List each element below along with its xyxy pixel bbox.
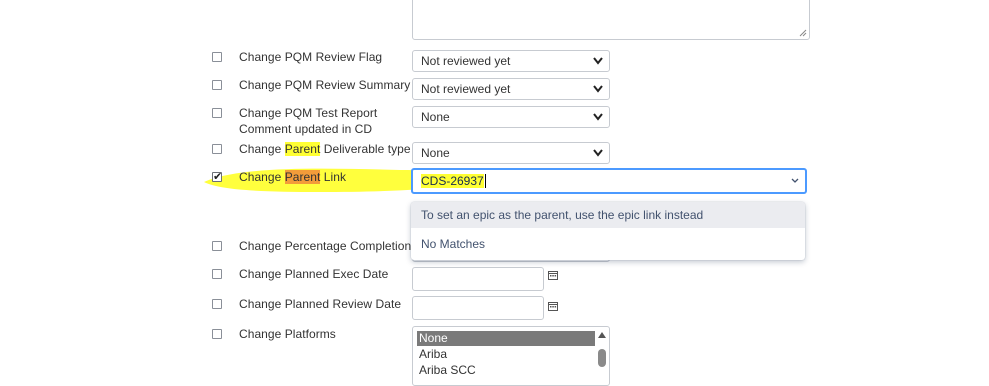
chevron-down-icon (593, 57, 603, 65)
select-pqm-test-report[interactable]: None (412, 106, 610, 128)
parent-link-dropdown: To set an epic as the parent, use the ep… (411, 202, 805, 260)
checkbox-pqm-test-report[interactable] (212, 108, 222, 118)
parent-link-input[interactable]: CDS-26937 (411, 168, 807, 194)
chevron-down-icon (593, 149, 603, 157)
checkbox-parent-deliverable-type[interactable] (212, 144, 222, 154)
resize-grip-icon[interactable] (799, 29, 807, 37)
label-parent-link: Change Parent Link (239, 169, 346, 185)
description-textarea[interactable] (412, 0, 810, 40)
text-cursor (484, 174, 486, 188)
checkmark-icon: ✔ (213, 171, 223, 183)
input-value: CDS-26937 (421, 174, 484, 188)
scrollbar-thumb[interactable] (598, 349, 606, 367)
select-value: Not reviewed yet (421, 54, 511, 68)
listbox-option[interactable]: Ariba SCC (417, 363, 595, 378)
label-pre: Change (239, 170, 285, 184)
select-value: None (421, 110, 450, 124)
chevron-down-icon (593, 85, 603, 93)
planned-exec-date-input[interactable] (412, 267, 544, 291)
checkbox-platforms[interactable] (212, 329, 222, 339)
checkbox-percentage-completion[interactable] (212, 241, 222, 251)
label-pre: Change (239, 142, 285, 156)
dropdown-no-matches: No Matches (421, 237, 486, 251)
select-value: None (421, 146, 450, 160)
dropdown-hint: To set an epic as the parent, use the ep… (411, 202, 805, 228)
label-pqm-review-summary: Change PQM Review Summary (239, 78, 411, 92)
label-highlight: Parent (284, 142, 321, 156)
chevron-down-icon (593, 113, 603, 121)
select-pqm-review-flag[interactable]: Not reviewed yet (412, 50, 610, 72)
listbox-option[interactable]: Ariba (417, 347, 595, 362)
label-highlight: Parent (284, 170, 321, 184)
scroll-up-icon[interactable] (598, 332, 606, 338)
checkbox-pqm-review-flag[interactable] (212, 52, 222, 62)
label-parent-deliverable-type: Change Parent Deliverable type (239, 141, 411, 157)
label-pqm-test-report-line2: Comment updated in CD (239, 122, 373, 136)
planned-review-date-input[interactable] (412, 296, 544, 320)
chevron-down-icon[interactable] (791, 178, 799, 184)
label-platforms: Change Platforms (239, 327, 336, 341)
label-planned-exec-date: Change Planned Exec Date (239, 267, 389, 281)
label-percentage-completion: Change Percentage Completion (239, 239, 412, 253)
checkbox-planned-exec-date[interactable] (212, 269, 222, 279)
listbox-option[interactable]: None (417, 331, 595, 346)
checkbox-planned-review-date[interactable] (212, 299, 222, 309)
checkbox-parent-link[interactable]: ✔ (212, 171, 223, 183)
calendar-icon[interactable] (548, 301, 558, 311)
calendar-icon[interactable] (548, 270, 558, 280)
label-planned-review-date: Change Planned Review Date (239, 297, 402, 311)
select-parent-deliverable-type[interactable]: None (412, 142, 610, 164)
label-pqm-test-report-line1: Change PQM Test Report (239, 106, 378, 120)
label-post: Link (320, 170, 346, 184)
label-post: Deliverable type (320, 142, 411, 156)
select-pqm-review-summary[interactable]: Not reviewed yet (412, 78, 610, 100)
select-value: Not reviewed yet (421, 82, 511, 96)
label-pqm-review-flag: Change PQM Review Flag (239, 50, 383, 64)
platforms-listbox[interactable]: None Ariba Ariba SCC (412, 326, 610, 386)
checkbox-pqm-review-summary[interactable] (212, 80, 222, 90)
